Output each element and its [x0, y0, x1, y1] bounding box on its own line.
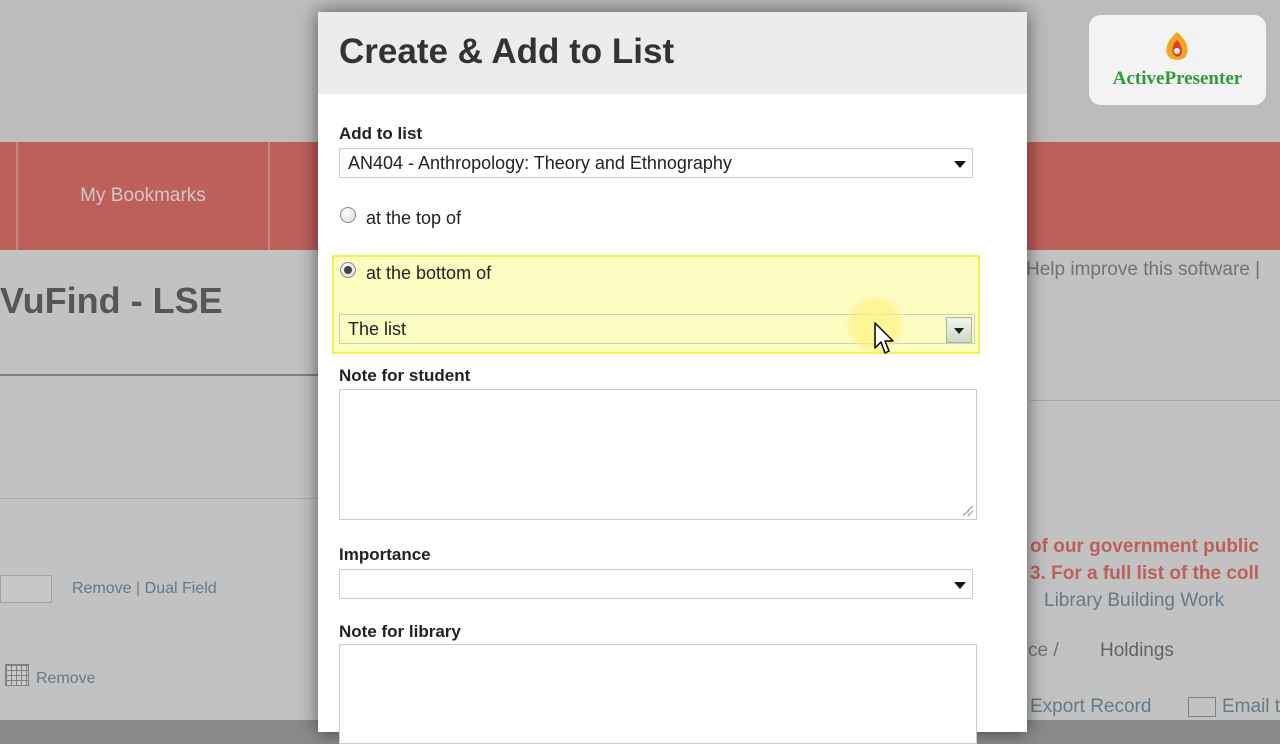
- mouse-pointer-icon: [874, 322, 894, 354]
- position-target-value: The list: [348, 319, 407, 339]
- watermark-text: ActivePresenter: [1112, 68, 1243, 89]
- importance-label: Importance: [339, 545, 431, 564]
- dropdown-button[interactable]: [946, 317, 972, 343]
- dialog-title: Create & Add to List: [339, 32, 675, 71]
- resize-grip-icon[interactable]: [963, 506, 973, 516]
- activepresenter-logo-icon: [1166, 32, 1188, 60]
- chevron-down-icon: [954, 161, 966, 168]
- note-for-library-label: Note for library: [339, 622, 461, 641]
- chevron-down-icon: [954, 582, 966, 589]
- note-for-student-textarea[interactable]: [339, 389, 977, 520]
- add-to-list-label: Add to list: [339, 124, 423, 143]
- create-add-to-list-dialog: Create & Add to List Add to list AN404 -…: [318, 12, 1027, 744]
- radio-top-of[interactable]: [340, 207, 356, 223]
- note-for-student-label: Note for student: [339, 366, 471, 385]
- add-to-list-value: AN404 - Anthropology: Theory and Ethnogr…: [348, 153, 732, 173]
- importance-select[interactable]: [339, 569, 973, 599]
- dialog-header: Create & Add to List: [318, 12, 1027, 94]
- note-for-library-textarea[interactable]: [339, 644, 977, 744]
- radio-top-of-label[interactable]: at the top of: [366, 208, 461, 229]
- radio-bottom-of[interactable]: [340, 262, 356, 278]
- add-to-list-select[interactable]: AN404 - Anthropology: Theory and Ethnogr…: [339, 148, 973, 178]
- radio-bottom-of-label[interactable]: at the bottom of: [366, 263, 491, 284]
